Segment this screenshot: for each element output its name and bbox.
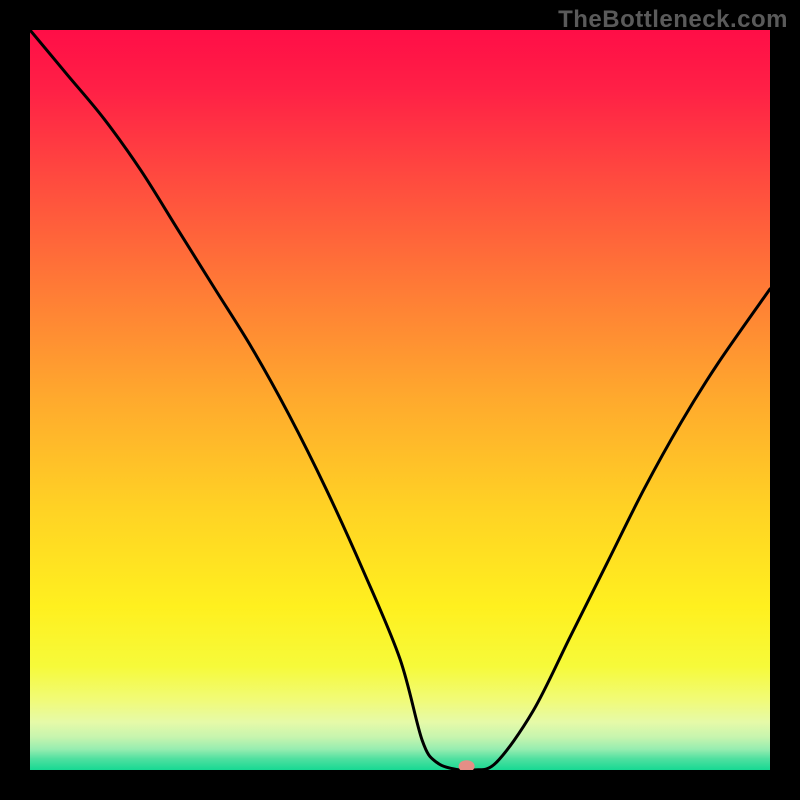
plot-area [30,30,770,770]
watermark-text: TheBottleneck.com [558,6,788,34]
plot-svg [30,30,770,770]
chart-frame: TheBottleneck.com [0,0,800,800]
bottleneck-curve [30,30,770,770]
optimal-point-marker [459,760,475,770]
